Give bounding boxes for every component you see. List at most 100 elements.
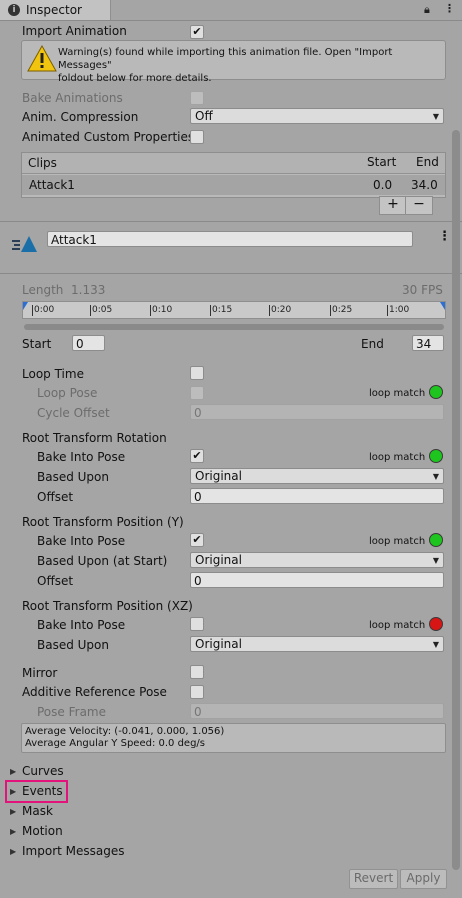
- foldout-mask[interactable]: Mask: [22, 804, 53, 818]
- start-input[interactable]: 0: [72, 335, 105, 351]
- rotation-based-upon-dropdown[interactable]: Original ▼: [190, 468, 444, 484]
- rotation-offset-input[interactable]: 0: [190, 488, 444, 504]
- start-label: Start: [22, 337, 52, 351]
- warning-icon: [27, 45, 57, 72]
- clips-header: Clips Start End: [22, 153, 445, 174]
- timeline-scrollbar[interactable]: [24, 324, 444, 330]
- foldout-arrow-icon[interactable]: ▶: [10, 767, 16, 776]
- timeline-ruler[interactable]: 0:00 0:05 0:10 0:15 0:20 0:25 1:00: [22, 301, 446, 319]
- position-y-title: Root Transform Position (Y): [22, 515, 184, 529]
- end-marker-icon[interactable]: [440, 302, 445, 310]
- anim-compression-dropdown[interactable]: Off ▼: [190, 108, 444, 124]
- cycle-offset-label: Cycle Offset: [37, 406, 110, 420]
- apply-button[interactable]: Apply: [400, 869, 447, 889]
- rotation-offset-label: Offset: [37, 490, 74, 504]
- position-xz-based-upon-dropdown[interactable]: Original ▼: [190, 636, 444, 652]
- tab-inspector[interactable]: i Inspector: [0, 0, 111, 20]
- average-angular-speed-text: Average Angular Y Speed: 0.0 deg/s: [25, 738, 205, 749]
- loop-match-indicator-icon: [429, 533, 443, 547]
- foldout-motion[interactable]: Motion: [22, 824, 63, 838]
- position-xz-based-upon-label: Based Upon: [37, 638, 109, 652]
- position-y-offset-input[interactable]: 0: [190, 572, 444, 588]
- foldout-arrow-icon[interactable]: ▶: [10, 807, 16, 816]
- loop-match-indicator-icon: [429, 385, 443, 399]
- clips-list: Clips Start End Attack1 0.0 34.0: [21, 152, 446, 198]
- foldout-arrow-icon[interactable]: ▶: [10, 827, 16, 836]
- mirror-checkbox[interactable]: [190, 665, 204, 679]
- velocity-info-box: Average Velocity: (-0.041, 0.000, 1.056)…: [21, 723, 446, 753]
- highlight-box: [5, 780, 68, 803]
- dropdown-arrow-icon: ▼: [432, 112, 439, 121]
- add-clip-button[interactable]: +: [379, 196, 407, 215]
- position-xz-bake-label: Bake Into Pose: [37, 618, 126, 632]
- foldout-curves[interactable]: Curves: [22, 764, 64, 778]
- start-marker-icon[interactable]: [23, 302, 28, 310]
- position-xz-bake-checkbox[interactable]: [190, 617, 204, 631]
- tab-title: Inspector: [26, 3, 82, 17]
- revert-button[interactable]: Revert: [349, 869, 398, 889]
- fps-value: 30 FPS: [402, 283, 443, 297]
- length-label: Length: [22, 283, 64, 297]
- loop-pose-checkbox: [190, 386, 204, 400]
- clips-header-end: End: [416, 155, 439, 169]
- rotation-based-upon-label: Based Upon: [37, 470, 109, 484]
- anim-compression-label: Anim. Compression: [22, 110, 139, 124]
- clip-menu-icon[interactable]: ⋮: [438, 229, 451, 244]
- timeline-tick: 0:25: [332, 305, 353, 315]
- loop-time-label: Loop Time: [22, 367, 84, 381]
- loop-match-label: loop match: [369, 388, 426, 399]
- anim-compression-value: Off: [195, 109, 213, 123]
- kebab-menu-icon[interactable]: ⋮: [444, 2, 455, 15]
- cycle-offset-input: 0: [190, 404, 444, 420]
- import-animation-label: Import Animation: [22, 24, 127, 38]
- additive-reference-pose-checkbox[interactable]: [190, 685, 204, 699]
- dropdown-arrow-icon: ▼: [432, 640, 439, 649]
- rotation-bake-checkbox[interactable]: ✔: [190, 449, 204, 463]
- position-y-based-upon-dropdown[interactable]: Original ▼: [190, 552, 444, 568]
- length-value: 1.133: [71, 283, 106, 297]
- pose-frame-label: Pose Frame: [37, 705, 106, 719]
- divider: [0, 221, 462, 222]
- animated-custom-properties-checkbox[interactable]: [190, 130, 204, 144]
- lock-icon[interactable]: 🔒︎: [424, 3, 430, 17]
- tab-bar: i Inspector 🔒︎ ⋮: [0, 0, 462, 21]
- timeline-tick: 0:10: [152, 305, 173, 315]
- position-xz-based-upon-value: Original: [195, 637, 242, 651]
- clip-name-input[interactable]: Attack1: [47, 231, 413, 247]
- timeline-tick: 0:00: [34, 305, 55, 315]
- loop-match-label: loop match: [369, 452, 426, 463]
- pose-frame-input: 0: [190, 703, 444, 719]
- clip-row-name: Attack1: [29, 178, 75, 192]
- info-icon: i: [8, 4, 20, 16]
- loop-time-checkbox[interactable]: [190, 366, 204, 380]
- animation-clip-icon: [12, 236, 37, 252]
- remove-clip-button[interactable]: −: [405, 196, 433, 215]
- position-y-based-upon-label: Based Upon (at Start): [37, 554, 168, 568]
- timeline-tick: 0:20: [271, 305, 292, 315]
- clips-header-start: Start: [367, 155, 397, 169]
- position-y-bake-checkbox[interactable]: ✔: [190, 533, 204, 547]
- bake-animations-label: Bake Animations: [22, 91, 123, 105]
- dropdown-arrow-icon: ▼: [432, 556, 439, 565]
- divider: [0, 273, 462, 274]
- clip-row-start: 0.0: [373, 178, 393, 192]
- dropdown-arrow-icon: ▼: [432, 472, 439, 481]
- warning-text-line2: foldout below for more details.: [58, 73, 212, 84]
- loop-match-indicator-icon: [429, 449, 443, 463]
- end-input[interactable]: 34: [412, 335, 444, 351]
- inspector-scrollbar[interactable]: [452, 130, 460, 870]
- clips-header-name: Clips: [28, 156, 57, 170]
- clip-row[interactable]: Attack1 0.0 34.0: [22, 175, 445, 195]
- loop-match-label: loop match: [369, 620, 426, 631]
- position-y-based-upon-value: Original: [195, 553, 242, 567]
- foldout-arrow-icon[interactable]: ▶: [10, 847, 16, 856]
- foldout-import-messages[interactable]: Import Messages: [22, 844, 125, 858]
- import-animation-checkbox[interactable]: ✔: [190, 25, 204, 39]
- end-label: End: [361, 337, 384, 351]
- bake-animations-checkbox: [190, 91, 204, 105]
- loop-pose-label: Loop Pose: [37, 386, 98, 400]
- loop-match-label: loop match: [369, 536, 426, 547]
- rotation-bake-label: Bake Into Pose: [37, 450, 126, 464]
- timeline-tick: 0:15: [212, 305, 233, 315]
- warning-box: Warning(s) found while importing this an…: [21, 40, 446, 84]
